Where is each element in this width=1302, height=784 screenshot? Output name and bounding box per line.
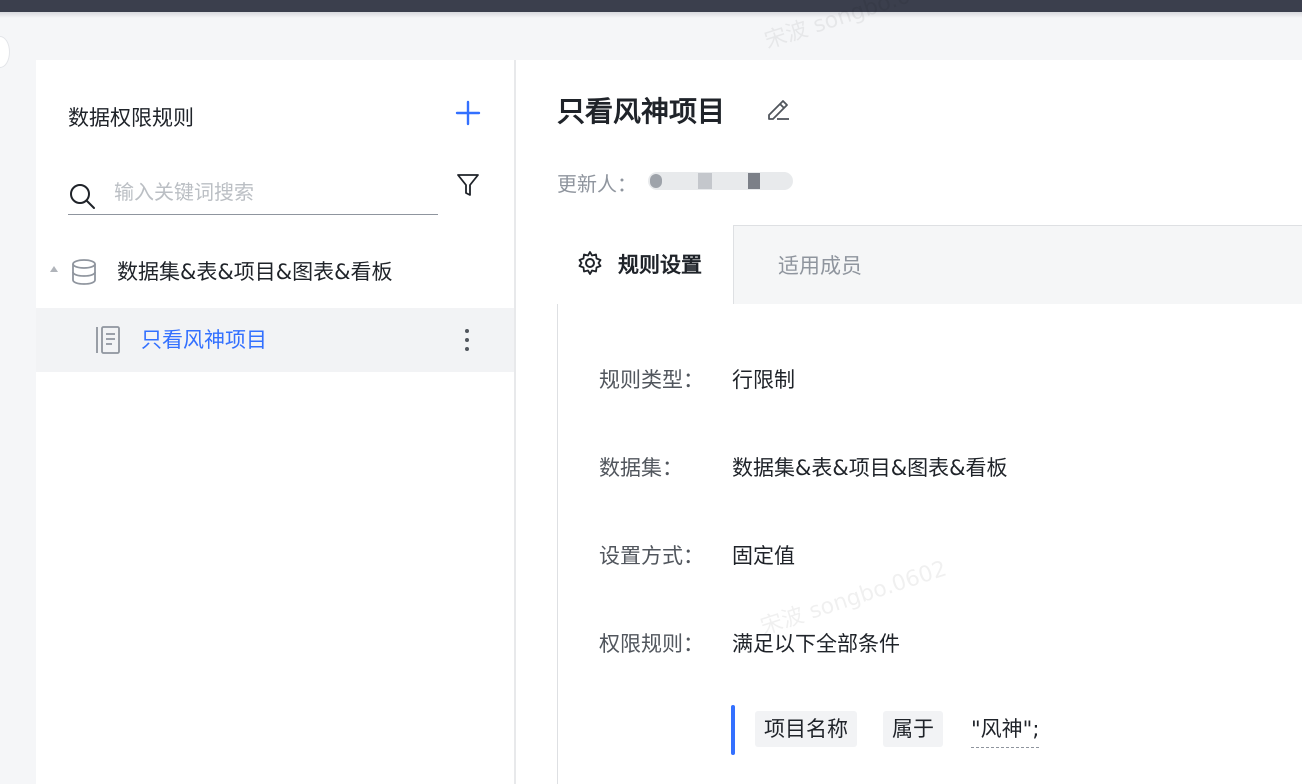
condition-operator-chip: 属于 [883,711,943,747]
add-rule-button[interactable] [453,98,483,128]
more-vertical-icon [465,329,469,351]
search-box [68,168,438,215]
condition-field-chip: 项目名称 [755,711,857,747]
window-top-bar [0,0,1302,12]
more-actions-button[interactable] [456,326,478,354]
condition-row: 项目名称 属于 "风神"; [731,705,1131,755]
edit-icon [768,100,789,120]
detail-value: 满足以下全部条件 [732,632,900,656]
tree-group-dataset[interactable]: 数据集&表&项目&图表&看板 [36,248,514,296]
main-panel: 只看风神项目 更新人： 规则设置 适用成员 规则类型： 行限制 数据集： 数据集… [516,60,1302,784]
page-title: 只看风神项目 [557,95,726,128]
detail-value: 行限制 [732,368,795,392]
detail-key: 设置方式： [599,544,704,568]
filter-icon [457,174,479,196]
collapse-handle[interactable] [0,36,10,68]
tab-bar: 规则设置 适用成员 [557,225,1302,306]
filter-button[interactable] [454,171,482,199]
detail-key: 权限规则： [599,632,704,656]
tab-rule-settings[interactable]: 规则设置 [557,225,734,305]
detail-value: 数据集&表&项目&图表&看板 [732,456,1008,480]
detail-key: 规则类型： [599,368,704,392]
gear-icon [578,251,602,275]
updater-label: 更新人： [557,172,637,196]
tree-item-rule[interactable]: 只看风神项目 [36,308,514,372]
top-bar-shadow [0,12,1302,18]
document-icon [96,326,120,354]
detail-value: 固定值 [732,544,795,568]
sidebar: 数据权限规则 数据集&表&项目&图表&看板 只看风神项目 [36,60,514,784]
rule-details: 规则类型： 行限制 数据集： 数据集&表&项目&图表&看板 设置方式： 固定值 … [557,304,1302,784]
condition-accent-bar [731,705,735,755]
edit-title-button[interactable] [763,93,793,123]
search-input[interactable] [112,176,426,208]
add-icon [455,100,481,126]
tab-members[interactable]: 适用成员 [778,250,862,280]
tab-rule-settings-label: 规则设置 [618,253,702,277]
detail-key: 数据集： [599,456,683,480]
collapse-caret-icon[interactable] [50,266,58,272]
sidebar-title: 数据权限规则 [68,106,194,130]
search-icon [70,184,95,209]
database-icon [72,259,96,285]
tree-group-label: 数据集&表&项目&图表&看板 [117,260,393,284]
tree-item-label: 只看风神项目 [141,328,267,352]
condition-value: "风神"; [971,711,1040,748]
redacted-username [648,172,793,190]
